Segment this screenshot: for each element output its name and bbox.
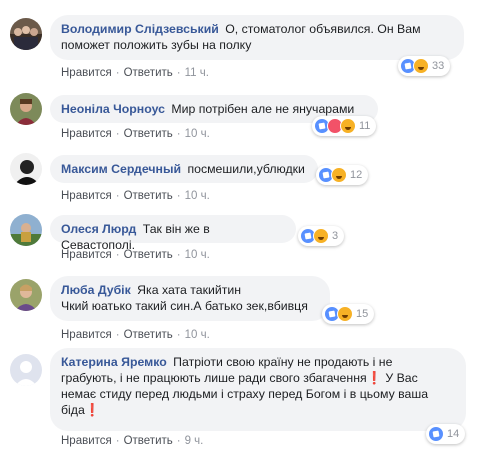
reaction-summary[interactable]: 33 [398,56,451,76]
haha-reaction-icon [313,228,329,244]
avatar[interactable] [10,153,42,185]
avatar[interactable] [10,93,42,125]
reply-link[interactable]: Ответить [124,128,173,140]
haha-reaction-icon [331,167,347,183]
comment-time[interactable]: 9 ч. [185,435,204,447]
comment-author[interactable]: Люба Дубік [61,283,131,297]
reaction-summary[interactable]: 3 [298,226,345,246]
reply-link[interactable]: Ответить [124,249,173,261]
comment-time[interactable]: 10 ч. [185,190,210,202]
haha-reaction-icon [337,306,353,322]
avatar[interactable] [10,354,42,386]
comment-author[interactable]: Неоніла Чорноус [61,102,165,116]
reaction-count: 33 [432,60,445,72]
reaction-count: 3 [332,230,339,242]
comment-time[interactable]: 10 ч. [185,329,210,341]
comment-author[interactable]: Максим Сердечный [61,162,181,176]
comment-text-line: біда❗ [61,403,101,417]
comment-bubble: Максим Сердечный посмешили,ублюдки [50,155,318,183]
comment-bubble: Люба Дубік Яка хата такийтин Чкий юатько… [50,276,330,321]
comment-actions: Нравится · Ответить · 10 ч. [61,329,210,341]
like-link[interactable]: Нравится [61,128,112,140]
comment-actions: Нравится · Ответить · 10 ч. [61,190,210,202]
comment-author[interactable]: Володимир Слідзевський [61,22,219,36]
haha-reaction-icon [340,118,356,134]
reaction-count: 14 [447,428,460,440]
like-link[interactable]: Нравится [61,190,112,202]
like-link[interactable]: Нравится [61,249,112,261]
reaction-count: 12 [350,169,363,181]
reply-link[interactable]: Ответить [124,190,173,202]
comment-author[interactable]: Олеся Люрд [61,222,136,236]
reaction-summary[interactable]: 15 [322,304,375,324]
comment-bubble: Володимир Слідзевський О, стоматолог объ… [50,15,464,60]
reaction-summary[interactable]: 12 [316,165,369,185]
avatar[interactable] [10,214,42,246]
reply-link[interactable]: Ответить [124,435,173,447]
comment-text-line: посмешили,ублюдки [187,162,305,176]
comment-time[interactable]: 10 ч. [185,128,210,140]
like-link[interactable]: Нравится [61,67,112,79]
reaction-count: 11 [359,120,371,132]
reaction-summary[interactable]: 14 [426,424,466,444]
comment-author[interactable]: Катерина Яремко [61,355,167,369]
reply-link[interactable]: Ответить [124,67,173,79]
haha-reaction-icon [413,58,429,74]
comment-text-line: поможет положить зубы на полку [61,38,252,52]
reply-link[interactable]: Ответить [124,329,173,341]
reaction-summary[interactable]: 11 [312,116,377,136]
comment-actions: Нравится · Ответить · 11 ч. [61,67,209,79]
comment-time[interactable]: 11 ч. [185,67,209,79]
comment-text-line: О, стоматолог объявился. Он Вам [225,22,421,36]
like-link[interactable]: Нравится [61,329,112,341]
comment-text-line: Яка хата такийтин [137,283,242,297]
reaction-count: 15 [356,308,369,320]
comment-actions: Нравится · Ответить · 10 ч. [61,249,210,261]
comment-text-line: немає стиду перед людьми і страху перед … [61,387,429,401]
comment-text-line: грабують, і не працюють лише ради свого … [61,371,418,385]
comment-time[interactable]: 10 ч. [185,249,210,261]
comment-actions: Нравится · Ответить · 10 ч. [61,128,210,140]
like-link[interactable]: Нравится [61,435,112,447]
comment-text-line: Чкий юатько такий син.А батько зек,вбивц… [61,299,308,313]
comment-text-line: Патріоти свою країну не продають і не [173,355,393,369]
comment-bubble: Олеся Люрд Так він же в Севастополі. [50,215,296,252]
like-reaction-icon [428,426,444,442]
avatar[interactable] [10,18,42,50]
avatar[interactable] [10,279,42,311]
comment-actions: Нравится · Ответить · 9 ч. [61,435,204,447]
comment-bubble: Катерина Яремко Патріоти свою країну не … [50,348,466,431]
comment-text-line: Мир потрібен але не янучарами [171,102,355,116]
